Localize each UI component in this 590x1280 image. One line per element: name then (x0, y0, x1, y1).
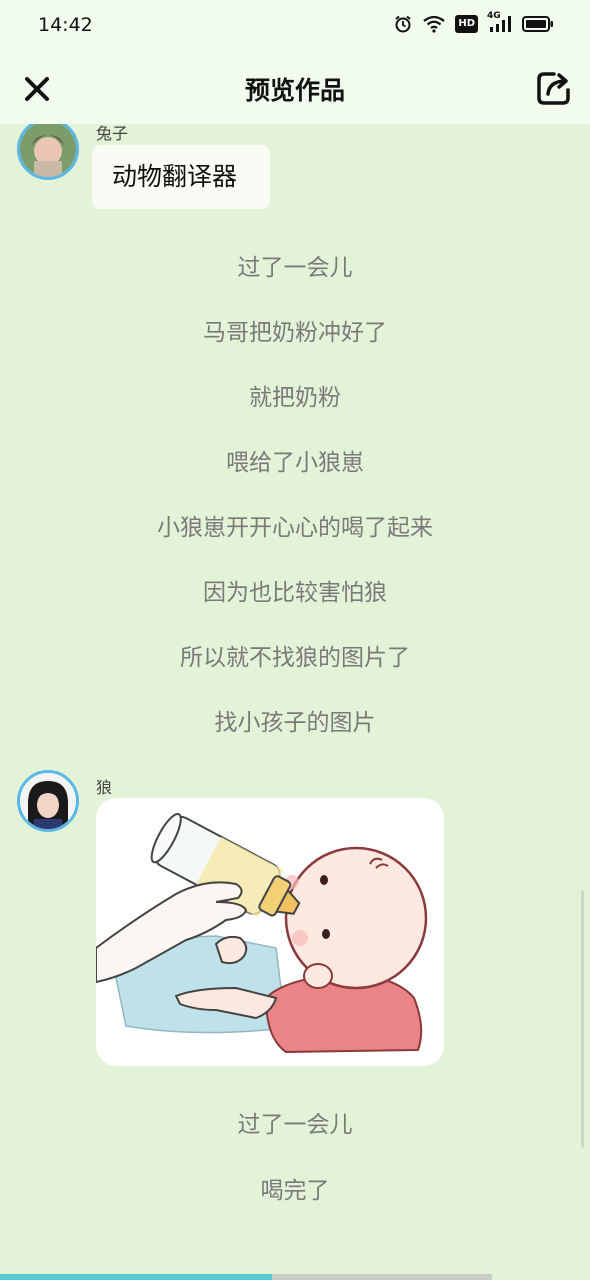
avatar-rabbit[interactable] (17, 124, 79, 180)
status-bar: 14:42 HD 4G (0, 0, 590, 54)
alarm-icon (395, 15, 411, 33)
battery-icon (522, 16, 553, 32)
narration-line: 过了一会儿 (237, 1112, 353, 1138)
narration-line: 喝完了 (260, 1178, 330, 1204)
baby-bottle-feeding-illustration (96, 812, 428, 1054)
share-icon (537, 72, 570, 105)
progress-bar (0, 1274, 590, 1280)
avatar-wolf[interactable] (17, 770, 79, 832)
message-bubble[interactable]: 动物翻译器 (92, 145, 270, 209)
narration-line: 过了一会儿 (237, 255, 353, 281)
narration-line: 就把奶粉 (249, 385, 341, 411)
narration-line: 马哥把奶粉冲好了 (203, 320, 387, 346)
progress-fill (0, 1274, 272, 1280)
status-icons: HD 4G (393, 11, 554, 34)
status-time: 14:42 (38, 14, 93, 36)
progress-remaining (272, 1274, 492, 1280)
sender-name: 兔子 (96, 124, 129, 143)
narration-line: 因为也比较害怕狼 (203, 580, 387, 606)
hd-icon: HD (455, 15, 478, 33)
message-image[interactable] (96, 798, 444, 1066)
app-header: 预览作品 (0, 54, 590, 124)
sender-name: 狼 (96, 778, 113, 797)
chat-content[interactable]: 兔子 动物翻译器 过了一会儿 马哥把奶粉冲好了 就把奶粉 喂给了小狼崽 小狼崽开… (0, 124, 590, 1274)
scrollbar[interactable] (581, 890, 584, 1148)
narration-line: 小狼崽开开心心的喝了起来 (157, 515, 433, 541)
share-button[interactable] (534, 68, 574, 108)
narration-line: 找小孩子的图片 (214, 710, 376, 736)
page-title: 预览作品 (244, 76, 345, 105)
wifi-icon (423, 15, 446, 33)
4g-signal-icon: 4G (487, 11, 513, 34)
narration-line: 所以就不找狼的图片了 (180, 645, 410, 671)
narration-line: 喂给了小狼崽 (226, 450, 364, 476)
